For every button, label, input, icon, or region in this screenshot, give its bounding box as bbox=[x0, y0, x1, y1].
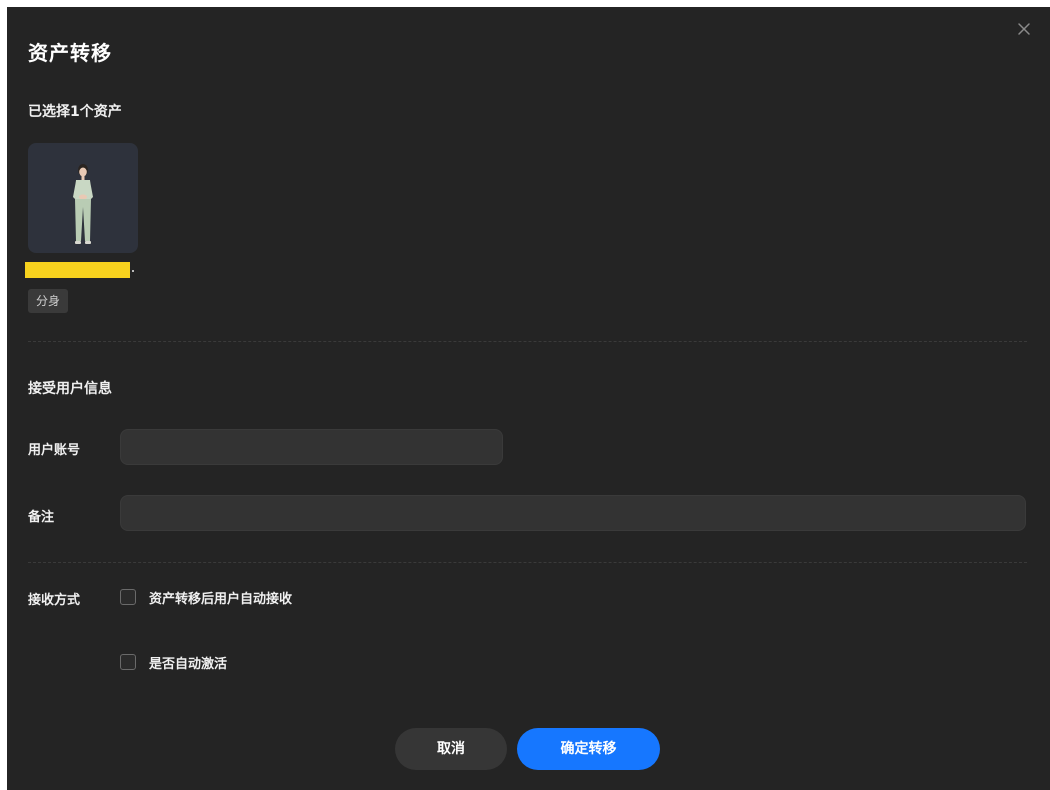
asset-name-ellipsis bbox=[132, 270, 134, 272]
receive-method-label: 接收方式 bbox=[28, 593, 81, 608]
auto-receive-checkbox[interactable] bbox=[120, 589, 136, 605]
selected-count-label: 已选择1个资产 bbox=[28, 104, 122, 120]
divider bbox=[28, 341, 1027, 342]
asset-transfer-dialog: 资产转移 已选择1个资产 分身 接受用户信息 用户账号 备注 接收方式 资产转移… bbox=[7, 7, 1050, 790]
close-icon bbox=[1018, 23, 1030, 35]
account-label: 用户账号 bbox=[28, 443, 81, 458]
close-button[interactable] bbox=[1014, 19, 1034, 39]
remark-input[interactable] bbox=[120, 495, 1026, 531]
confirm-transfer-button[interactable]: 确定转移 bbox=[517, 728, 660, 770]
auto-activate-label: 是否自动激活 bbox=[149, 656, 228, 672]
asset-type-tag: 分身 bbox=[28, 289, 69, 313]
auto-receive-option[interactable]: 资产转移后用户自动接收 bbox=[120, 587, 292, 607]
divider bbox=[28, 562, 1027, 563]
receiver-section-label: 接受用户信息 bbox=[28, 381, 112, 397]
cancel-button[interactable]: 取消 bbox=[395, 728, 507, 770]
auto-receive-label: 资产转移后用户自动接收 bbox=[149, 591, 293, 607]
asset-name-redacted bbox=[25, 262, 130, 278]
account-input[interactable] bbox=[120, 429, 503, 465]
auto-activate-option[interactable]: 是否自动激活 bbox=[120, 652, 227, 672]
dialog-title: 资产转移 bbox=[28, 41, 112, 65]
person-figure-icon bbox=[73, 164, 93, 244]
remark-label: 备注 bbox=[28, 510, 55, 525]
asset-thumbnail[interactable] bbox=[28, 143, 138, 253]
auto-activate-checkbox[interactable] bbox=[120, 654, 136, 670]
